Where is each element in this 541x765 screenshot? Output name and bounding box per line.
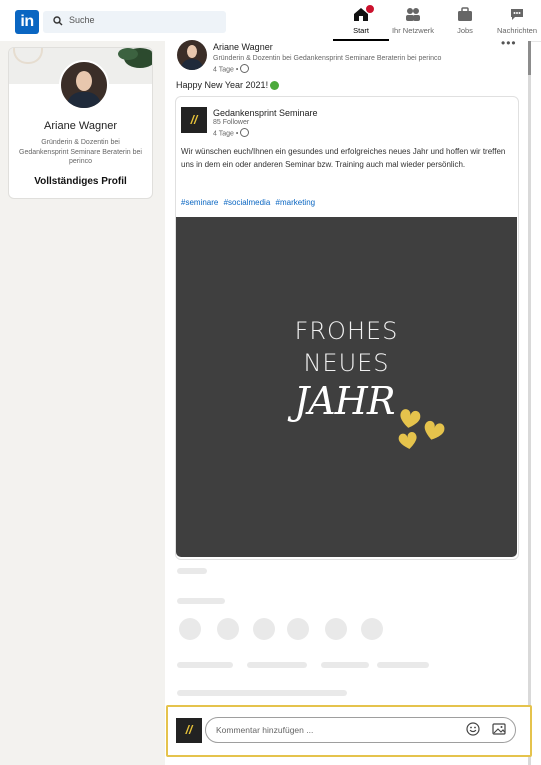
company-followers: 85 Follower [213,119,250,126]
image-text-jahr: JAHR [294,379,395,423]
globe-icon [240,128,250,137]
globe-icon [240,64,250,73]
post-text: Happy New Year 2021! [176,80,280,91]
scrollbar-thumb[interactable] [528,41,531,75]
top-navigation-bar: in Suche Start Ihr Netzwerk Jobs Nachric… [0,0,541,42]
nav-messaging[interactable]: Nachrichten [489,6,541,40]
nav-jobs[interactable]: Jobs [437,6,493,40]
messaging-icon [489,6,541,22]
post-image[interactable]: FROHES NEUES JAHR [176,217,517,557]
home-icon [333,4,389,22]
shared-post-timestamp: 4 Tage • [213,128,250,138]
search-bar[interactable]: Suche [43,11,226,33]
nav-network-label: Ihr Netzwerk [391,26,435,35]
hashtag-link[interactable]: #marketing [276,198,316,207]
image-text-neues: NEUES [303,349,390,377]
company-name[interactable]: Gedankensprint Seminare [213,108,318,118]
post-author-name[interactable]: Ariane Wagner [213,42,273,52]
image-text-frohes: FROHES [294,317,399,345]
nav-messaging-label: Nachrichten [496,26,538,35]
full-profile-link[interactable]: Vollständiges Profil [9,176,152,187]
profile-avatar[interactable] [59,60,109,110]
hashtag-link[interactable]: #seminare [181,198,218,207]
linkedin-logo[interactable]: in [15,10,39,34]
notification-badge [365,4,375,14]
post-author-avatar[interactable] [177,40,207,70]
emoji-icon[interactable] [466,722,480,736]
scrollbar-track[interactable] [528,41,531,765]
search-placeholder: Suche [69,15,95,25]
commenter-logo: // [176,718,202,743]
photo-icon[interactable] [492,722,506,736]
nav-start[interactable]: Start [333,4,389,41]
faded-reactions-area [165,560,528,700]
shared-post-text: Wir wünschen euch/Ihnen ein gesundes und… [181,147,506,169]
post-timestamp: 4 Tage • [213,64,250,74]
network-icon [385,6,441,22]
profile-headline: Gründerin & Dozentin bei Gedankensprint … [19,139,142,165]
search-icon [53,16,63,26]
hearts-icon [398,409,445,449]
clover-emoji-icon [270,81,280,91]
profile-name[interactable]: Ariane Wagner [9,120,152,132]
nav-start-label: Start [353,26,369,35]
profile-card[interactable]: Ariane Wagner Gründerin & Dozentin bei G… [8,47,153,199]
nav-jobs-label: Jobs [457,26,473,35]
nav-network[interactable]: Ihr Netzwerk [385,6,441,40]
more-options-icon[interactable]: ••• [501,36,517,50]
company-logo[interactable]: // [181,107,207,133]
briefcase-icon [437,6,493,22]
hashtag-link[interactable]: #socialmedia [224,198,271,207]
post-author-headline: Gründerin & Dozentin bei Gedankensprint … [213,55,442,62]
hashtag-list: #seminare #socialmedia #marketing [181,198,318,207]
